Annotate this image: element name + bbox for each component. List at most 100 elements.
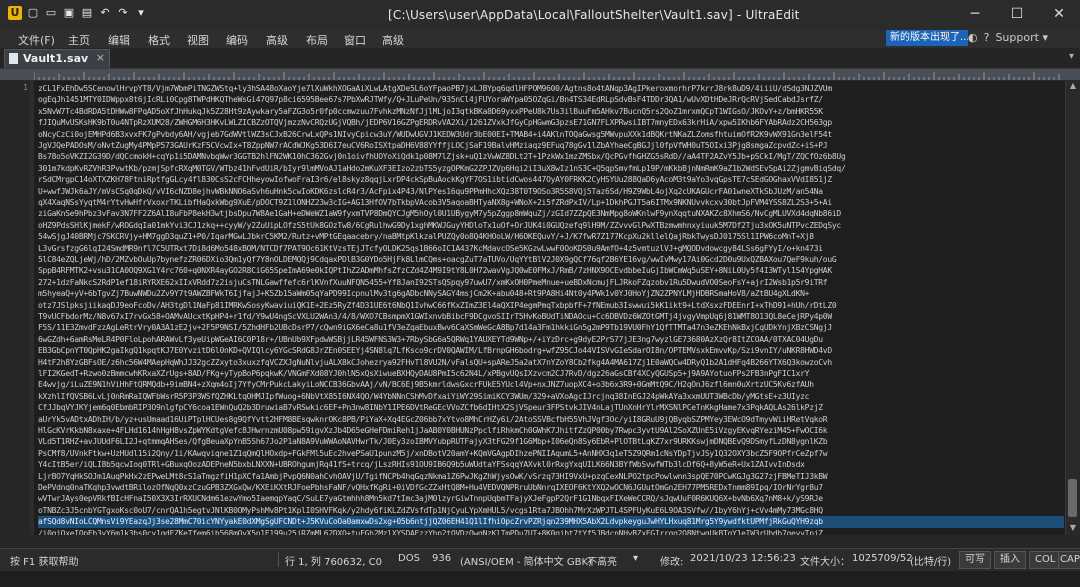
redo-icon[interactable]: ↷ (116, 6, 130, 20)
scrollbar-thumb[interactable] (1068, 479, 1077, 517)
horizontal-scroll-area[interactable] (0, 535, 1080, 548)
undo-icon[interactable]: ↶ (98, 6, 112, 20)
line-number-gutter: 1 (0, 81, 31, 535)
new-version-button[interactable]: 新的版本出现了... (886, 30, 968, 46)
text-line[interactable]: HlGcKVrKkbN8xaxe+4FLHd1614hHgH8vsZpWYKdt… (38, 425, 1064, 437)
column-ruler (0, 69, 1080, 81)
text-line[interactable]: EB3GbCpnYT0QpHK2gaIkgQ1kpqtKJ7E0YvzitD6l… (38, 345, 1064, 357)
status-highlight[interactable]: 不高亮 (587, 553, 617, 568)
insert-button[interactable]: 插入 (994, 551, 1026, 569)
writable-button[interactable]: 可写 (959, 551, 991, 569)
col-button[interactable]: COL (1029, 551, 1062, 569)
text-line[interactable]: 301m7kdpKvRZVhR3PvwtKb/pzmjSpfcRXqM0TGV/… (38, 163, 1064, 175)
menu-advanced[interactable]: 高级 (266, 32, 288, 48)
menu-edit[interactable]: 编辑 (108, 32, 130, 48)
window-controls: ─ ☐ ✕ (954, 0, 1080, 30)
text-line[interactable]: 6wGZdh+6amRsMeLR4P0FloLpohARAWvLf3yeUipW… (38, 334, 1064, 346)
open-folder-icon[interactable]: ▭ (44, 6, 58, 20)
help-icon[interactable]: ? (984, 31, 990, 44)
text-line[interactable]: ogEqJh1451MTY0IDWppx8t6jIcRLi0Cpg8TWPdHK… (38, 94, 1064, 106)
text-line[interactable]: DePVdnq0naTKqhp3vwdtBRilozOfNqQ0xzCzuGPB… (38, 482, 1064, 494)
text-line[interactable]: aUrYk5vADtxADhIH/b/yz+usUmaad16UiPTplHCU… (38, 414, 1064, 426)
tab-close-icon[interactable]: × (96, 51, 105, 64)
text-line[interactable]: 54wSjgJ40BRMjc7SKCRVjy+HM7ggD3quZ1+P0/Iq… (38, 231, 1064, 243)
menu-format[interactable]: 格式 (148, 32, 170, 48)
text-line[interactable]: T9vUCFbdorMz/N8v67xI7rvGx58+OAMvAUcxtKpH… (38, 311, 1064, 323)
ruler-ticks (34, 72, 1060, 80)
tab-bar: Vault1.sav × ▾ (0, 48, 1080, 69)
text-line[interactable]: E4wvjg/iLuZE9N1hViHhFtQRMQdb+9imBN4+zXqm… (38, 379, 1064, 391)
editor-pane[interactable]: 1 zCL1FxEhDw5SCenowlHrvpYT8/Vjm7WbmPiTNG… (0, 81, 1080, 535)
text-line[interactable]: 272+1dzFaNkcS2RdP1ef18iRYRXE62xIIxVRdd7z… (38, 277, 1064, 289)
text-line[interactable]: rSdCMrgpC14oXTXZKH78FtniRptfgGLcy4fl830C… (38, 174, 1064, 186)
chevron-down-icon[interactable]: ▾ (633, 553, 638, 564)
title-bar: U ▢ ▭ ▣ ▤ ↶ ↷ ▾ [C:\Users\user\AppData\L… (0, 0, 1080, 31)
support-link[interactable]: Support ▾ (995, 31, 1048, 44)
text-line[interactable]: oNcyCzCi0ojEMHPd6B3xvxFK7gPvbdy6AH/vgjeb… (38, 129, 1064, 141)
text-line[interactable]: lFI2KGedT+Rzwo0zBmmcwhKRxaXZrUgs+8AD/FKg… (38, 368, 1064, 380)
status-line-ending[interactable]: DOS (398, 553, 420, 564)
minimize-button[interactable]: ─ (954, 0, 996, 30)
text-line[interactable]: LjrBO7YqHkSOJm1AuqPkHx2zEPweLMt8cS1aTmgz… (38, 471, 1064, 483)
text-line[interactable]: qX4XaqNSsYyqtM4rYtvHwHfrVxoxrTKLibfHaQxk… (38, 197, 1064, 209)
text-line[interactable]: zCL1FxEhDw5SCenowlHrvpYT8/Vjm7WbmPiTNGZW… (38, 83, 1064, 95)
menu-encoding[interactable]: 编码 (226, 32, 248, 48)
text-line[interactable]: afSQd8vNIoLCQMnsVi9YEazqJj3se28MmC70icYN… (38, 516, 1064, 529)
menu-home[interactable]: 主页 (68, 32, 90, 48)
scroll-up-icon[interactable]: ▲ (1066, 81, 1080, 93)
theme-icon[interactable]: ◐ (968, 31, 978, 44)
text-line[interactable]: JgVJQePADOsM/oNvtZugMy4PMpP573GAUrKzF5CV… (38, 140, 1064, 152)
menu-view[interactable]: 视图 (187, 32, 209, 48)
cap-button[interactable]: CAP (1058, 551, 1080, 569)
status-encoding[interactable]: (ANSI/OEM - 简体中文 GBK) (460, 553, 592, 568)
text-line[interactable]: otz7JSlpksjiikaqDJ9eoFcoDv/AH3tgDl1NaFp8… (38, 300, 1064, 312)
tab-vault1-sav[interactable]: Vault1.sav × (4, 49, 110, 68)
text-line[interactable]: 5lC84eZQLjeWj/hD/2MZvbOuUp7bynefzZR06DXi… (38, 254, 1064, 266)
save-icon[interactable]: ▣ (62, 6, 76, 20)
text-line[interactable]: Bs78o5oVKZI2G39D/dQCcmokH+cqYp1i5DAMNvbq… (38, 151, 1064, 163)
document-icon (9, 53, 18, 64)
dropdown-icon[interactable]: ▾ (134, 6, 148, 20)
status-modified-time: 2021/10/23 12:56:23 (690, 553, 796, 564)
maximize-button[interactable]: ☐ (996, 0, 1038, 30)
text-line[interactable]: kXzhlIfQVSB6LvLj0nRmRaIQWFbWsrR5P3P3WSfQ… (38, 391, 1064, 403)
text-line[interactable]: /i0gjOxeIQpEb3yY6m1k3bs0cy1qdFZKeTfem6ib… (38, 528, 1064, 535)
text-line[interactable]: m5hyeaQ+yV+6bTgvZj7BuwNWDu2Zv9Y7t9AWZBFW… (38, 288, 1064, 300)
text-line[interactable]: SppB4RFMTK2+vsu31CA0OQ9XG1Y4rc760+q0NXR4… (38, 265, 1064, 277)
text-line[interactable]: oHZ9PdsSHlKjmekF/wROGdqIa01mkYvi3CJ1zkq+… (38, 220, 1064, 232)
status-ratio: (比特/行) (910, 557, 952, 568)
text-line[interactable]: CfJJbqVYJKYjem6q0EbmbRIP3O9nlgfpCY6coa1E… (38, 402, 1064, 414)
text-line[interactable]: H4tF2h8YzGBFsOE/z6hc56W4MAepHqWhJJ32gcZZ… (38, 357, 1064, 369)
scroll-down-icon[interactable]: ▼ (1066, 523, 1080, 535)
tab-list-icon[interactable]: ▾ (1069, 51, 1074, 62)
support-label: Support (995, 31, 1039, 44)
text-line[interactable]: L3vGrsfzgG6lqI24SmdMR9nfl7C5UTRxt7Di8d6M… (38, 243, 1064, 255)
status-filesize-value: 1025709/52 (852, 553, 913, 564)
text-line[interactable]: Y4cItB5er/iQLI8b5qcwIoq0TRl+GBuxqOozADEP… (38, 459, 1064, 471)
text-line[interactable]: fJIQuMvUSKsHK9bT0u4NTpRzXUM28/ZWHGM6H3HK… (38, 117, 1064, 129)
close-button[interactable]: ✕ (1038, 0, 1080, 30)
save-all-icon[interactable]: ▤ (80, 6, 94, 20)
tab-label: Vault1.sav (23, 52, 89, 65)
text-content[interactable]: zCL1FxEhDw5SCenowlHrvpYT8/Vjm7WbmPiTNGZW… (38, 81, 1064, 535)
quick-access-toolbar: U ▢ ▭ ▣ ▤ ↶ ↷ ▾ (8, 6, 148, 20)
menu-file[interactable]: 文件(F) (18, 32, 55, 48)
text-line[interactable]: PsCMf8/UVnkFtkw+UzHUdl15i2Qny/1i/KAwqviq… (38, 448, 1064, 460)
text-line[interactable]: VLd5T1RHZ+avJUUdF6LI2J+qtmmqAHSes/QfgBeu… (38, 436, 1064, 448)
vertical-scrollbar[interactable]: ▲ ▼ (1065, 81, 1080, 535)
text-line[interactable]: ziGaKnSe9hPbz3vFav3N7FF2Z6AlI8uFbP8ekH3w… (38, 208, 1064, 220)
text-line[interactable]: F5S/11E3ZmvdFzzAgLeRtrVry0A3A1zE2jv+2F5P… (38, 322, 1064, 334)
text-line[interactable]: oTNBZc3J5cnbYGTgxoKsc0oU7/cnrQA1h5egtvJN… (38, 505, 1064, 517)
menu-window[interactable]: 窗口 (344, 32, 366, 48)
chevron-down-icon: ▾ (1042, 31, 1048, 44)
app-logo-icon[interactable]: U (8, 6, 22, 20)
text-line[interactable]: U+wwfJWJk6aJY/mVsCSq0qDkQ/vVI6cNZD8ejhvW… (38, 186, 1064, 198)
menu-advanced-2[interactable]: 高级 (382, 32, 404, 48)
text-line[interactable]: x5NvW7Tc4BdRDA5tDHWw8FPqAD5oXfJhHukqJk5Z… (38, 106, 1064, 118)
status-position[interactable]: 行 1, 列 760632, C0 (285, 553, 382, 568)
new-file-icon[interactable]: ▢ (26, 6, 40, 20)
text-line[interactable]: wVTwrJAys0epVRkfBIcHFnaI50X3X3IrRXUCNdm6… (38, 493, 1064, 505)
window-title: [C:\Users\user\AppData\Local\FalloutShel… (388, 8, 800, 22)
status-codepage[interactable]: 936 (432, 553, 451, 564)
menu-layout[interactable]: 布局 (306, 32, 328, 48)
